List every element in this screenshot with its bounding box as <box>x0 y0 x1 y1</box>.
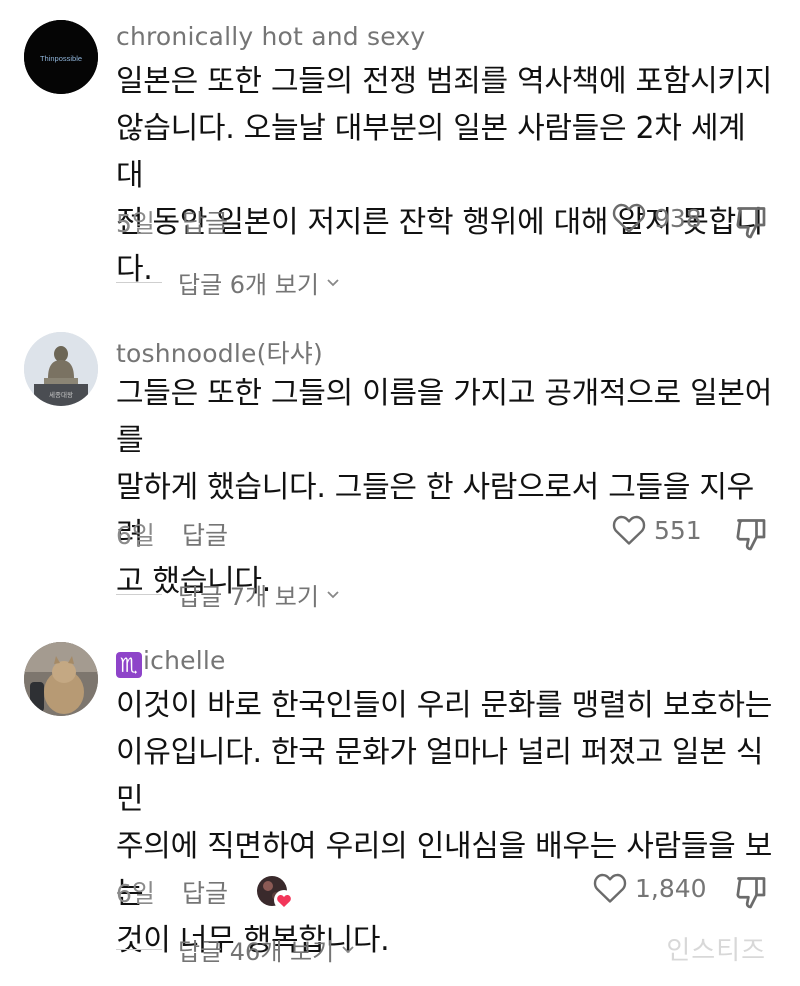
avatar-plaque-text: 세종대왕 <box>49 390 73 399</box>
comment-meta: 6일 답글 <box>116 514 228 554</box>
like-button[interactable]: 938 <box>612 202 702 234</box>
comment-line: 않습니다. 오늘날 대부분의 일본 사람들은 2차 세계 대 <box>116 111 746 193</box>
comment-line: 이것이 바로 한국인들이 우리 문화를 맹렬히 보호하는 <box>116 688 773 723</box>
view-replies-button[interactable]: 답글 6개 보기 <box>116 264 341 300</box>
comment-text: 그들은 또한 그들의 이름을 가지고 공개적으로 일본어를 말하게 했습니다. … <box>116 370 776 605</box>
watermark: 인스티즈 <box>666 936 766 966</box>
avatar[interactable]: 세종대왕 <box>24 332 98 406</box>
view-replies-label: 답글 7개 보기 <box>178 582 319 611</box>
view-replies-button[interactable]: 답글 46개 보기 <box>116 931 356 967</box>
like-button[interactable]: 1,840 <box>593 872 707 904</box>
avatar[interactable] <box>24 642 98 716</box>
view-replies-label: 답글 6개 보기 <box>178 270 319 299</box>
timestamp: 6일 <box>116 521 155 550</box>
divider-line <box>116 593 162 595</box>
avatar-logo-text: Thinpossible <box>40 54 82 63</box>
divider-line <box>116 281 162 283</box>
thumbs-down-icon[interactable] <box>734 204 770 240</box>
username[interactable]: toshnoodle(타샤) <box>116 334 323 370</box>
zodiac-badge: ♏ <box>116 652 142 678</box>
timestamp: 5일 <box>116 209 155 238</box>
like-count: 551 <box>654 515 702 545</box>
avatar[interactable]: Thinpossible <box>24 20 98 94</box>
chevron-down-icon <box>327 591 339 599</box>
view-replies-label: 답글 46개 보기 <box>178 937 335 966</box>
reply-button[interactable]: 답글 <box>182 516 228 552</box>
comment-text: 일본은 또한 그들의 전쟁 범죄를 역사책에 포함시키지 않습니다. 오늘날 대… <box>116 58 776 293</box>
avatar-image: 세종대왕 <box>24 332 98 406</box>
like-button[interactable]: 551 <box>612 514 702 546</box>
like-count: 938 <box>654 203 702 233</box>
chevron-down-icon <box>342 946 354 954</box>
reply-button[interactable]: 답글 <box>182 204 228 240</box>
username-text: ichelle <box>143 646 226 675</box>
view-replies-button[interactable]: 답글 7개 보기 <box>116 576 341 612</box>
comment-meta: 6일 답글 <box>116 872 295 912</box>
timestamp: 6일 <box>116 879 155 908</box>
chevron-down-icon <box>327 279 339 287</box>
comment-line: 그들은 또한 그들의 이름을 가지고 공개적으로 일본어를 <box>116 376 773 458</box>
heart-outline-icon <box>612 203 646 233</box>
username[interactable]: chronically hot and sexy <box>116 22 425 51</box>
creator-heart-badge-icon <box>256 874 295 910</box>
username[interactable]: ♏ ichelle <box>116 646 226 678</box>
comment-meta: 5일 답글 <box>116 202 228 242</box>
thumbs-down-icon[interactable] <box>734 874 770 910</box>
like-count: 1,840 <box>635 873 707 903</box>
avatar-image <box>24 642 98 716</box>
avatar-image: Thinpossible <box>24 20 98 94</box>
comment-line: 일본은 또한 그들의 전쟁 범죄를 역사책에 포함시키지 <box>116 64 773 99</box>
reply-button[interactable]: 답글 <box>182 874 228 910</box>
divider-line <box>116 948 162 950</box>
heart-outline-icon <box>593 873 627 903</box>
thumbs-down-icon[interactable] <box>734 516 770 552</box>
heart-outline-icon <box>612 515 646 545</box>
comment-line: 이유입니다. 한국 문화가 얼마나 널리 퍼졌고 일본 식민 <box>116 735 764 817</box>
comment-text: 이것이 바로 한국인들이 우리 문화를 맹렬히 보호하는 이유입니다. 한국 문… <box>116 682 776 964</box>
